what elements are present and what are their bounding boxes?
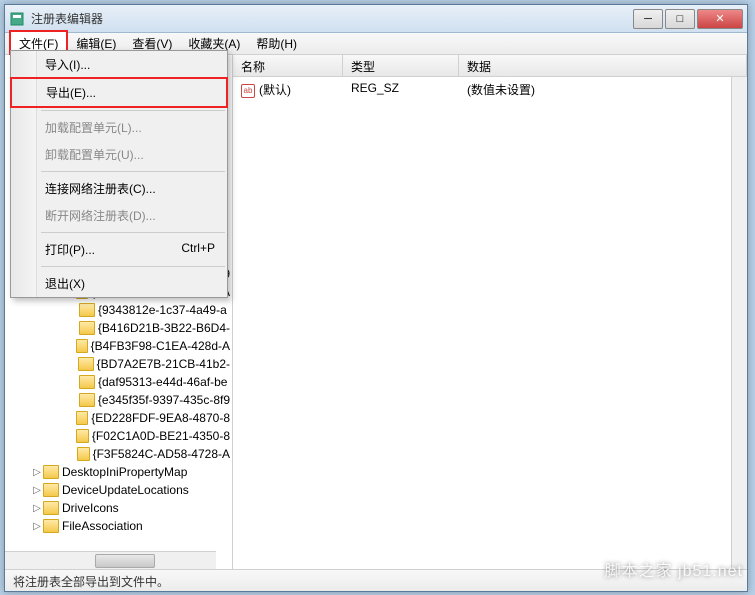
folder-icon — [79, 393, 95, 407]
minimize-button[interactable]: ─ — [633, 9, 663, 29]
tree-node[interactable]: {ED228FDF-9EA8-4870-8 — [7, 409, 230, 427]
list-row[interactable]: ab(默认)REG_SZ(数值未设置) — [233, 77, 747, 102]
menu-exit[interactable]: 退出(X) — [11, 270, 227, 297]
menu-load-hive: 加载配置单元(L)... — [11, 114, 227, 141]
tree-node-label: {F02C1A0D-BE21-4350-8 — [92, 429, 230, 443]
folder-icon — [79, 303, 95, 317]
window-title: 注册表编辑器 — [31, 10, 633, 27]
menu-unload-hive: 卸载配置单元(U)... — [11, 141, 227, 168]
tree-node-label: {daf95313-e44d-46af-be — [98, 375, 227, 389]
tree-hscrollbar[interactable] — [5, 551, 216, 569]
tree-node[interactable]: ▷ DeviceUpdateLocations — [7, 481, 230, 499]
maximize-button[interactable]: □ — [665, 9, 695, 29]
tree-node-label: {e345f35f-9397-435c-8f9 — [98, 393, 230, 407]
folder-icon — [77, 447, 90, 461]
tree-node-label: DesktopIniPropertyMap — [62, 465, 187, 479]
cell-data: (数值未设置) — [459, 79, 747, 100]
tree-node[interactable]: ▷ DriveIcons — [7, 499, 230, 517]
window-controls: ─ □ ✕ — [633, 9, 743, 29]
menu-help[interactable]: 帮助(H) — [248, 32, 305, 55]
menu-print-label: 打印(P)... — [45, 243, 95, 257]
app-icon — [9, 11, 25, 27]
tree-node-label: {B416D21B-3B22-B6D4- — [98, 321, 230, 335]
scrollbar-thumb[interactable] — [95, 554, 155, 568]
cell-type: REG_SZ — [343, 79, 459, 100]
menu-separator — [41, 171, 225, 172]
tree-node[interactable]: {F3F5824C-AD58-4728-A — [7, 445, 230, 463]
file-dropdown-menu: 导入(I)... 导出(E)... 加载配置单元(L)... 卸载配置单元(U)… — [10, 50, 228, 298]
string-value-icon: ab — [241, 84, 255, 98]
tree-node[interactable]: ▷ FileAssociation — [7, 517, 230, 535]
menu-export[interactable]: 导出(E)... — [10, 77, 228, 108]
col-header-type[interactable]: 类型 — [343, 55, 459, 76]
tree-node[interactable]: {BD7A2E7B-21CB-41b2- — [7, 355, 230, 373]
folder-icon — [43, 465, 59, 479]
list-vscrollbar[interactable] — [731, 77, 747, 569]
folder-icon — [76, 339, 88, 353]
menu-print-shortcut: Ctrl+P — [181, 241, 215, 255]
folder-icon — [76, 429, 89, 443]
menu-separator — [41, 266, 225, 267]
close-button[interactable]: ✕ — [697, 9, 743, 29]
col-header-data[interactable]: 数据 — [459, 55, 747, 76]
tree-node[interactable]: {B4FB3F98-C1EA-428d-A — [7, 337, 230, 355]
tree-expander-icon[interactable]: ▷ — [31, 485, 43, 496]
folder-icon — [43, 501, 59, 515]
menu-connect-network[interactable]: 连接网络注册表(C)... — [11, 175, 227, 202]
list-body: ab(默认)REG_SZ(数值未设置) — [233, 77, 747, 102]
tree-expander-icon[interactable]: ▷ — [31, 521, 43, 532]
watermark: 脚本之家 jb51.net — [605, 557, 743, 581]
tree-node-label: {BD7A2E7B-21CB-41b2- — [97, 357, 230, 371]
menu-import[interactable]: 导入(I)... — [11, 51, 227, 78]
menu-separator — [41, 232, 225, 233]
tree-node-label: {B4FB3F98-C1EA-428d-A — [91, 339, 230, 353]
menu-disconnect-network: 断开网络注册表(D)... — [11, 202, 227, 229]
tree-expander-icon[interactable]: ▷ — [31, 467, 43, 478]
folder-icon — [43, 483, 59, 497]
tree-node-label: {9343812e-1c37-4a49-a — [98, 303, 227, 317]
tree-node-label: {F3F5824C-AD58-4728-A — [93, 447, 230, 461]
tree-node[interactable]: {daf95313-e44d-46af-be — [7, 373, 230, 391]
tree-node-label: DeviceUpdateLocations — [62, 483, 189, 497]
folder-icon — [76, 411, 88, 425]
menu-print[interactable]: 打印(P)... Ctrl+P — [11, 236, 227, 263]
tree-node-label: {ED228FDF-9EA8-4870-8 — [91, 411, 230, 425]
cell-name: ab(默认) — [233, 79, 343, 100]
list-pane: 名称 类型 数据 ab(默认)REG_SZ(数值未设置) — [233, 55, 747, 569]
folder-icon — [79, 321, 95, 335]
tree-node[interactable]: {B416D21B-3B22-B6D4- — [7, 319, 230, 337]
menu-separator — [41, 110, 225, 111]
tree-node-label: DriveIcons — [62, 501, 119, 515]
folder-icon — [79, 375, 95, 389]
folder-icon — [43, 519, 59, 533]
col-header-name[interactable]: 名称 — [233, 55, 343, 76]
folder-icon — [78, 357, 93, 371]
tree-node[interactable]: {F02C1A0D-BE21-4350-8 — [7, 427, 230, 445]
tree-expander-icon[interactable]: ▷ — [31, 503, 43, 514]
titlebar[interactable]: 注册表编辑器 ─ □ ✕ — [5, 5, 747, 33]
tree-node[interactable]: ▷ DesktopIniPropertyMap — [7, 463, 230, 481]
tree-node[interactable]: {e345f35f-9397-435c-8f9 — [7, 391, 230, 409]
list-header: 名称 类型 数据 — [233, 55, 747, 77]
tree-node-label: FileAssociation — [62, 519, 143, 533]
tree-node[interactable]: {9343812e-1c37-4a49-a — [7, 301, 230, 319]
